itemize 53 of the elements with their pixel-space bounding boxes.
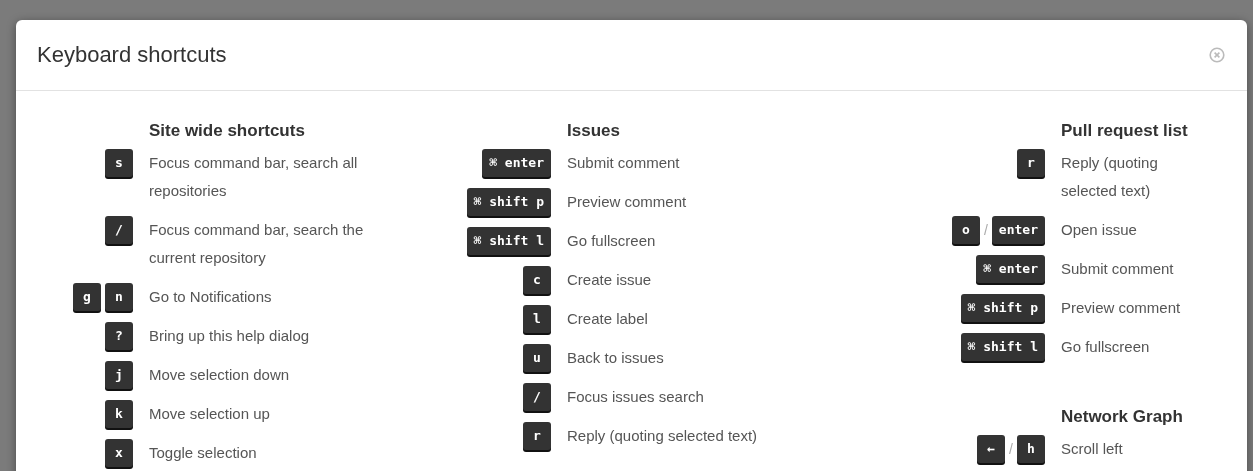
key-cap: h xyxy=(1017,435,1045,463)
close-button[interactable] xyxy=(1209,47,1225,63)
key-cap: u xyxy=(523,344,551,372)
shortcut-description: Toggle selection xyxy=(149,443,258,463)
key-cap: ⌘ enter xyxy=(482,149,551,177)
shortcut-description: Preview comment xyxy=(567,192,688,212)
key-cap: ? xyxy=(105,322,133,350)
key-cap: ⌘ shift l xyxy=(466,227,551,255)
shortcut-description: Move selection down xyxy=(149,365,291,385)
shortcut-description: Submit comment xyxy=(567,153,681,173)
key-separator: / xyxy=(983,221,988,240)
key-cap: c xyxy=(523,266,551,294)
key-separator: / xyxy=(1009,440,1013,459)
shortcut-description: Focus issues search xyxy=(567,387,705,407)
key-cap: o xyxy=(951,216,980,244)
shortcut-description: Go fullscreen xyxy=(1061,337,1151,357)
section-heading: Network Graph xyxy=(1061,406,1184,428)
dialog-title: Keyboard shortcuts xyxy=(37,42,227,68)
section-heading: Pull request list xyxy=(1061,120,1189,142)
shortcut-description: Submit comment xyxy=(1061,259,1175,279)
shortcut-description: Focus command bar, search all repositories xyxy=(149,153,359,201)
shortcut-description: Move selection up xyxy=(149,404,271,424)
shortcut-description: Go fullscreen xyxy=(567,231,657,251)
shortcut-description: Create label xyxy=(567,309,649,329)
shortcut-description: Reply (quoting selected text) xyxy=(1061,153,1159,201)
key-cap: n xyxy=(105,283,133,311)
shortcut-description: Open issue xyxy=(1061,220,1138,240)
key-cap: ⌘ shift p xyxy=(466,188,551,216)
shortcut-description: Reply (quoting selected text) xyxy=(567,426,759,446)
key-cap: j xyxy=(105,361,133,389)
shortcut-description: Preview comment xyxy=(1061,298,1182,318)
key-cap: x xyxy=(105,439,133,467)
shortcut-description: Focus command bar, search the current repository xyxy=(149,220,365,268)
key-cap: s xyxy=(105,149,133,177)
key-cap: k xyxy=(105,400,133,428)
key-cap: r xyxy=(523,422,551,450)
key-cap: r xyxy=(1017,149,1045,177)
key-cap: ← xyxy=(977,435,1006,463)
key-cap: l xyxy=(523,305,551,333)
shortcut-description: Scroll left xyxy=(1061,439,1124,459)
shortcut-description: Create issue xyxy=(567,270,653,290)
key-cap: ⌘ shift l xyxy=(960,333,1045,361)
shortcut-description: Bring up this help dialog xyxy=(149,326,311,346)
key-cap: g xyxy=(73,283,101,311)
key-cap: / xyxy=(105,216,133,244)
key-cap: / xyxy=(523,383,551,411)
shortcut-description: Go to Notifications xyxy=(149,287,273,307)
key-cap: ⌘ enter xyxy=(976,255,1045,283)
shortcut-description: Back to issues xyxy=(567,348,665,368)
section-heading: Site wide shortcuts xyxy=(149,120,306,142)
key-cap: enter xyxy=(991,216,1045,244)
key-cap: ⌘ shift p xyxy=(960,294,1045,322)
section-heading: Issues xyxy=(567,120,621,142)
